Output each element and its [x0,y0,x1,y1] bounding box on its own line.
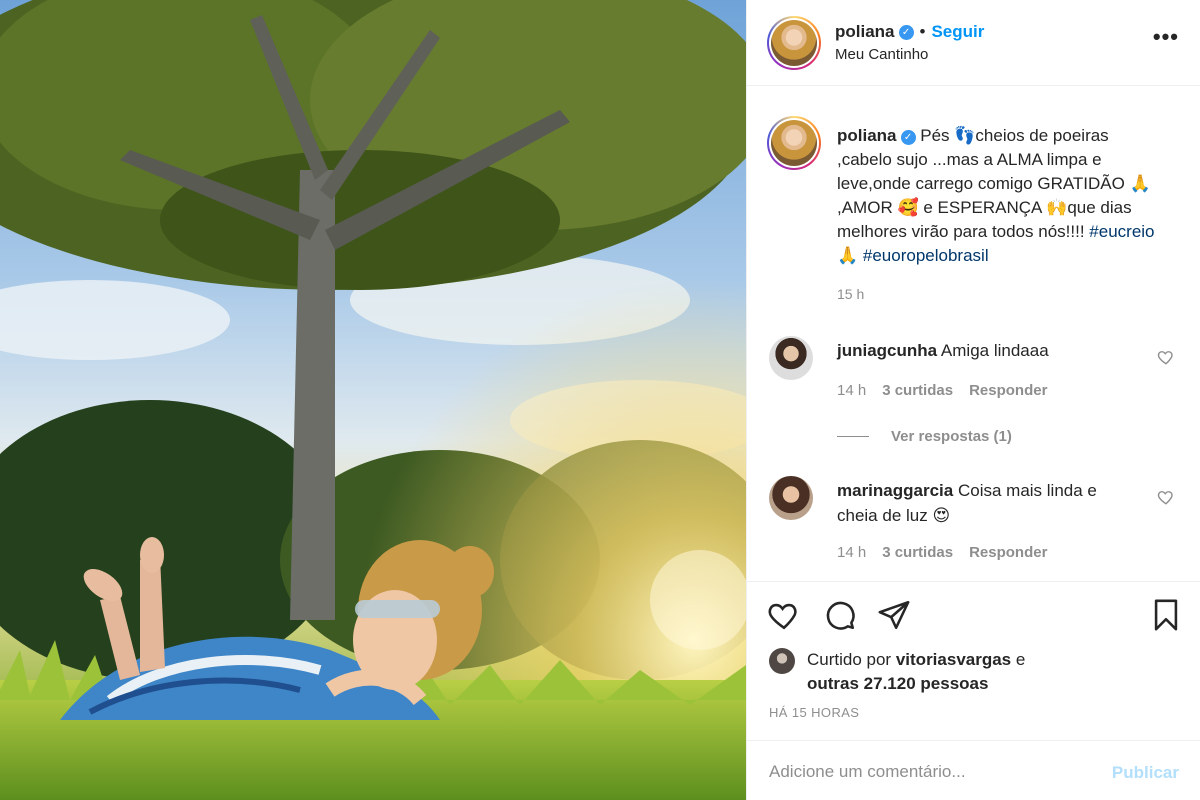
action-bar [747,598,1200,638]
verified-badge-icon: ✓ [900,130,916,145]
separator-dot: • [919,22,926,41]
author-username[interactable]: poliana [835,22,895,42]
replies-line [837,436,869,437]
post-header: poliana ✓ • Seguir Meu Cantinho ••• [747,0,1200,86]
likes-others[interactable]: outras 27.120 pessoas [807,674,988,693]
comment-username[interactable]: marinaggarcia [837,481,953,500]
comment-time: 14 h [837,382,867,399]
comment-input[interactable] [769,759,1089,785]
caption-username[interactable]: poliana [837,126,897,145]
comment-likes[interactable]: 3 curtidas [882,382,953,399]
bookmark-icon[interactable] [1149,598,1183,632]
likes-prefix: Curtido por [807,650,892,669]
author-avatar[interactable] [767,16,821,70]
add-comment-bar: Publicar [747,740,1200,800]
post-photo[interactable] [0,0,746,800]
likes-text: Curtido por vitoriasvargas e outras 27.1… [807,648,1025,696]
commenter-avatar[interactable] [769,336,813,380]
publish-button[interactable]: Publicar [1112,763,1179,783]
caption-time: 15 h [837,286,865,302]
like-heart-icon[interactable] [767,598,801,632]
comment-time: 14 h [837,544,867,561]
like-comment-heart-icon[interactable] [1157,488,1175,506]
hashtag-link[interactable]: #eucreio [1089,222,1154,241]
likes-connector: e [1015,650,1026,669]
share-send-icon[interactable] [877,598,911,632]
liker-avatar[interactable] [769,648,795,674]
caption-emoji: 🙏 [837,246,863,265]
liker-username[interactable]: vitoriasvargas [896,650,1011,669]
comment-meta: 14 h 3 curtidas Responder [837,544,1047,561]
comment-username[interactable]: juniagcunha [837,341,937,360]
photo-illustration [0,0,746,800]
comment-likes[interactable]: 3 curtidas [882,544,953,561]
instagram-post: poliana ✓ • Seguir Meu Cantinho ••• poli… [0,0,1200,800]
comment-text: juniagcunha Amiga lindaaa [837,338,1127,363]
verified-badge-icon: ✓ [898,24,914,40]
view-replies-label: Ver respostas (1) [891,428,1012,445]
commenter-avatar[interactable] [769,476,813,520]
post-side-panel: poliana ✓ • Seguir Meu Cantinho ••• poli… [746,0,1200,800]
like-comment-heart-icon[interactable] [1157,348,1175,366]
header-title-row: poliana ✓ • Seguir [835,22,984,42]
post-location[interactable]: Meu Cantinho [835,46,928,63]
reply-button[interactable]: Responder [969,544,1047,561]
caption-avatar[interactable] [767,116,821,170]
comment-text: marinaggarcia Coisa mais linda e cheia d… [837,478,1127,528]
comment-bubble-icon[interactable] [823,598,857,632]
post-timestamp: HÁ 15 HORAS [769,705,860,720]
caption-text: poliana ✓ Pés 👣cheios de poeiras ,cabelo … [837,124,1167,268]
comment-body: Amiga lindaaa [940,341,1049,360]
comments-section[interactable]: poliana ✓ Pés 👣cheios de poeiras ,cabelo … [747,86,1200,582]
comment-meta: 14 h 3 curtidas Responder [837,382,1047,399]
reply-button[interactable]: Responder [969,382,1047,399]
more-options-icon[interactable]: ••• [1153,26,1179,48]
hashtag-link[interactable]: #euoropelobrasil [863,246,989,265]
view-replies-button[interactable]: Ver respostas (1) [837,428,1012,445]
follow-button[interactable]: Seguir [931,22,984,42]
